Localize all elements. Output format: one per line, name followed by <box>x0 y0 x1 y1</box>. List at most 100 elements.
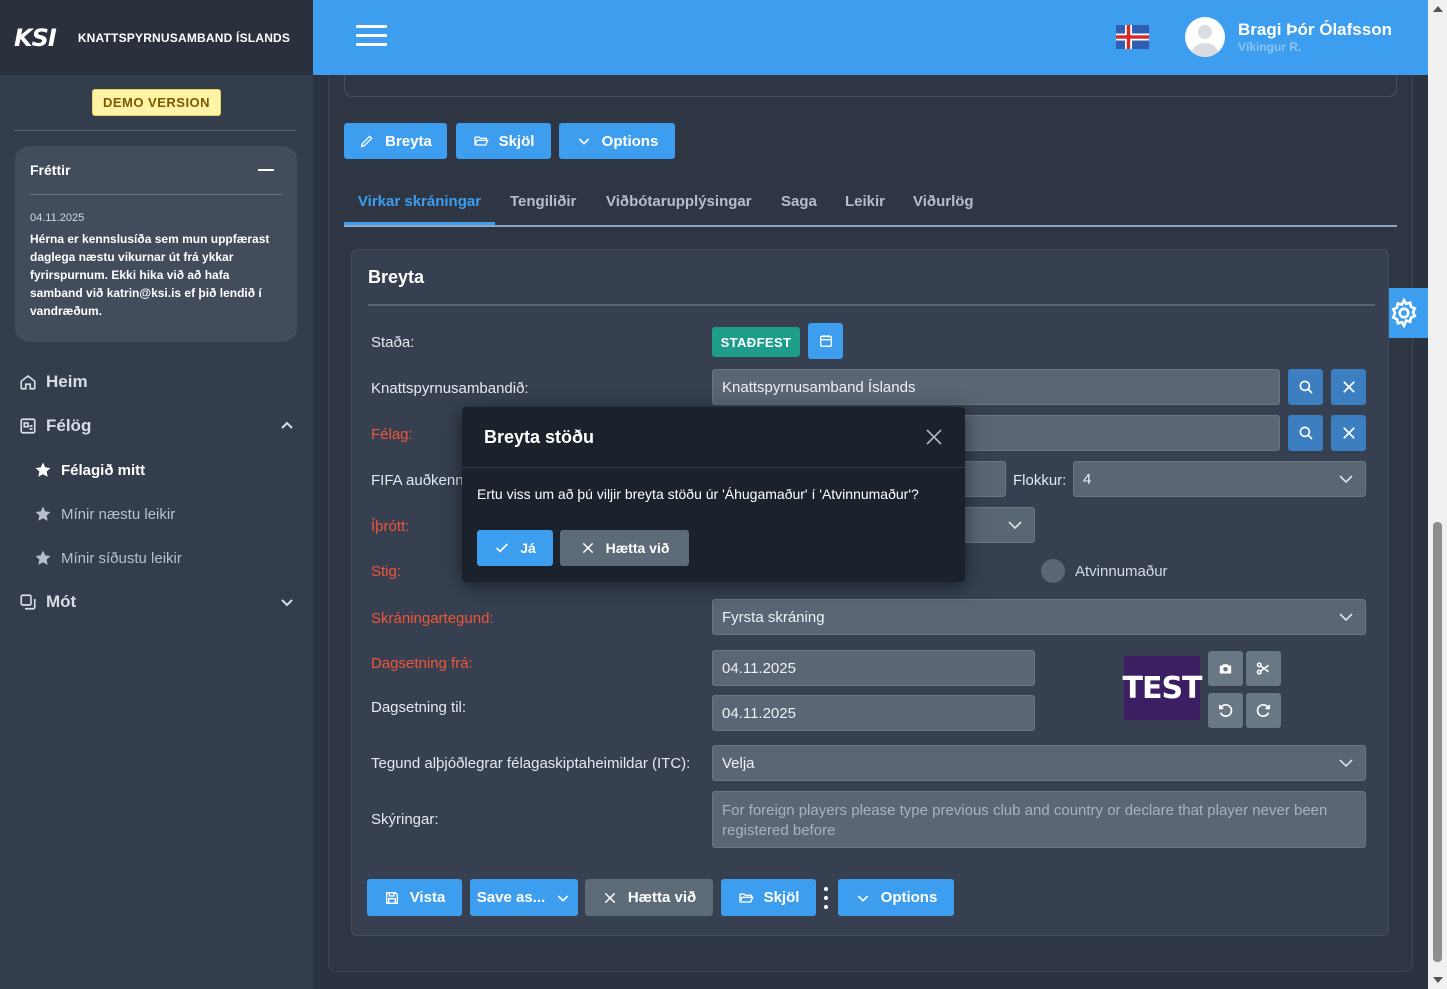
camera-icon <box>1219 664 1232 674</box>
federation-search-button[interactable] <box>1288 369 1323 405</box>
scroll-up-arrow[interactable] <box>1433 6 1443 12</box>
club-clear-button[interactable] <box>1331 415 1366 451</box>
sidebar-divider <box>14 130 297 131</box>
news-card: Fréttir 04.11.2025 Hérna er kennslusíða … <box>15 146 297 342</box>
cancel-button[interactable]: Hætta við <box>585 879 713 916</box>
user-name[interactable]: Bragi Þór Ólafsson <box>1238 20 1392 40</box>
registration-type-select[interactable]: Fyrsta skráning <box>712 599 1366 635</box>
chevron-up-icon[interactable] <box>279 418 295 434</box>
sidebar-item-home[interactable]: Heim <box>0 360 313 404</box>
federation-clear-button[interactable] <box>1331 369 1366 405</box>
chevron-down-icon <box>1008 521 1022 530</box>
close-icon[interactable] <box>925 428 943 446</box>
date-from-field[interactable]: 04.11.2025 <box>712 650 1035 686</box>
scissors-icon <box>1256 662 1269 675</box>
documents-button-label: Skjöl <box>498 132 535 150</box>
edit-button[interactable]: Breyta <box>344 123 447 159</box>
page-scrollbar[interactable] <box>1428 0 1447 989</box>
status-badge[interactable]: STAÐFEST <box>712 327 800 357</box>
sidebar-item-label: Mínir næstu leikir <box>61 505 176 523</box>
chevron-down-icon <box>1339 759 1353 768</box>
rotate-left-button[interactable] <box>1208 693 1243 728</box>
notes-textarea[interactable]: For foreign players please type previous… <box>712 791 1366 848</box>
scroll-thumb[interactable] <box>1433 522 1442 962</box>
demo-badge: DEMO VERSION <box>91 89 222 116</box>
close-icon <box>604 892 616 903</box>
tab-history[interactable]: Saga <box>781 180 817 225</box>
dialog-header: Breyta stöðu <box>462 407 965 468</box>
rotate-left-icon <box>1218 704 1233 717</box>
sidebar-item-my-club[interactable]: Félagið mitt <box>0 448 313 492</box>
clubs-icon <box>20 418 36 434</box>
confirm-yes-button[interactable]: Já <box>477 530 553 566</box>
itc-select[interactable]: Velja <box>712 745 1366 781</box>
options-bottom-button-label: Options <box>880 889 938 906</box>
sidebar-item-tournaments[interactable]: Mót <box>0 580 313 624</box>
itc-value: Velja <box>722 754 755 772</box>
date-to-label: Dagsetning til: <box>371 699 467 716</box>
status-history-button[interactable] <box>808 323 843 359</box>
chevron-down-icon <box>557 894 569 902</box>
sidebar-item-clubs[interactable]: Félög <box>0 404 313 448</box>
scroll-down-arrow[interactable] <box>1433 977 1443 983</box>
search-icon <box>1299 380 1313 394</box>
save-as-button[interactable]: Save as... <box>470 879 578 916</box>
notes-placeholder: For foreign players please type previous… <box>722 802 1328 839</box>
tab-additional-info[interactable]: Viðbótarupplýsingar <box>606 180 752 225</box>
professional-radio[interactable] <box>1041 559 1065 583</box>
sidebar-item-last-games[interactable]: Mínir síðustu leikir <box>0 536 313 580</box>
tab-contacts[interactable]: Tengiliðir <box>510 180 576 225</box>
more-vertical-icon[interactable] <box>823 887 829 909</box>
brand-name: KNATTSPYRNUSAMBAND ÍSLANDS <box>77 30 291 45</box>
camera-button[interactable] <box>1208 651 1243 686</box>
chevron-down-icon[interactable] <box>279 594 295 610</box>
options-button[interactable]: Options <box>559 123 675 159</box>
tournaments-icon <box>20 594 36 610</box>
minimize-icon[interactable] <box>258 169 274 171</box>
rotate-right-icon <box>1256 704 1271 717</box>
options-bottom-button[interactable]: Options <box>838 879 954 916</box>
iceland-flag-icon[interactable] <box>1116 25 1149 49</box>
tab-active-registrations[interactable]: Virkar skráningar <box>344 180 495 225</box>
documents-button[interactable]: Skjöl <box>456 123 551 159</box>
dialog-message: Ertu viss um að þú viljir breyta stöðu ú… <box>477 486 919 502</box>
user-club: Víkingur R. <box>1238 40 1302 54</box>
chevron-down-icon <box>578 138 589 145</box>
change-status-dialog: Breyta stöðu Ertu viss um að þú viljir b… <box>462 407 965 582</box>
chevron-down-icon <box>857 894 868 902</box>
dialog-cancel-button[interactable]: Hætta við <box>560 530 689 566</box>
date-to-value: 04.11.2025 <box>722 704 796 722</box>
brand[interactable]: KSI KNATTSPYRNUSAMBAND ÍSLANDS <box>0 0 313 75</box>
date-from-value: 04.11.2025 <box>722 659 796 677</box>
sidebar-item-label: Félög <box>46 416 92 435</box>
category-value: 4 <box>1083 470 1092 488</box>
dialog-cancel-label: Hætta við <box>605 540 670 556</box>
tab-sanctions[interactable]: Viðurlög <box>913 180 974 225</box>
club-search-button[interactable] <box>1288 415 1323 451</box>
status-label: Staða: <box>371 334 415 351</box>
sport-label: Íþrótt: <box>371 518 410 535</box>
date-from-label: Dagsetning frá: <box>371 655 473 672</box>
category-select[interactable]: 4 <box>1073 461 1366 497</box>
edit-button-label: Breyta <box>385 132 432 150</box>
crop-button[interactable] <box>1246 651 1281 686</box>
tab-games[interactable]: Leikir <box>845 180 885 225</box>
sidebar-item-next-games[interactable]: Mínir næstu leikir <box>0 492 313 536</box>
federation-field[interactable]: Knattspyrnusamband Íslands <box>712 369 1280 405</box>
star-icon <box>35 550 51 565</box>
documents-bottom-button[interactable]: Skjöl <box>721 879 816 916</box>
avatar[interactable] <box>1185 17 1225 57</box>
category-label: Flokkur: <box>1013 472 1067 489</box>
federation-value: Knattspyrnusamband Íslands <box>722 378 916 396</box>
ksi-logo: KSI <box>14 23 57 52</box>
federation-label: Knattspyrnusambandið: <box>371 380 529 397</box>
rotate-right-button[interactable] <box>1246 693 1281 728</box>
pencil-icon <box>360 135 373 148</box>
hamburger-menu-icon[interactable] <box>356 25 387 49</box>
date-to-field[interactable]: 04.11.2025 <box>712 695 1035 731</box>
save-button[interactable]: Vista <box>367 879 462 916</box>
user-silhouette-icon <box>1192 25 1218 57</box>
professional-radio-label[interactable]: Atvinnumaður <box>1075 563 1168 580</box>
sidebar-item-label: Heim <box>46 372 88 391</box>
previous-section-edge <box>344 75 1397 97</box>
